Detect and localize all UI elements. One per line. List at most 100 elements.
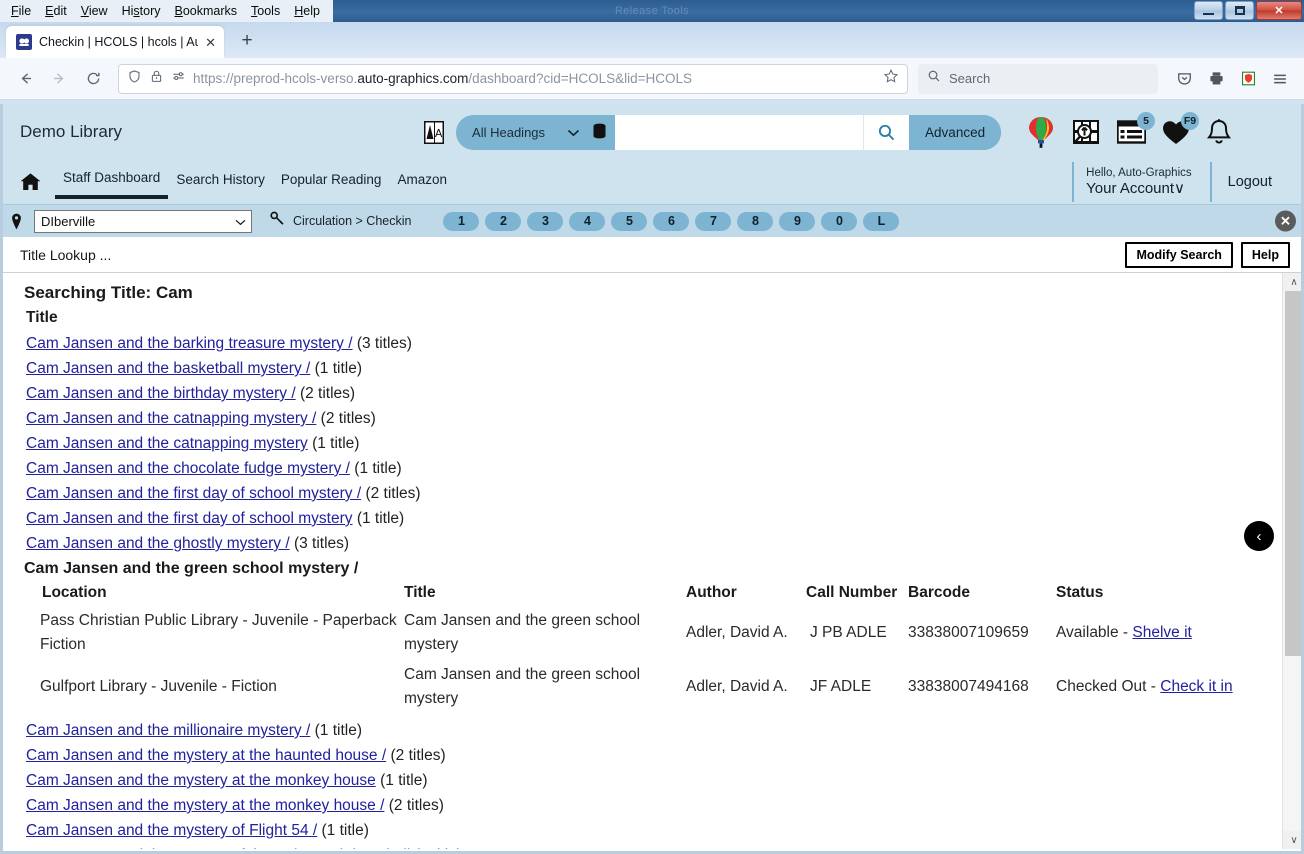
title-link[interactable]: Cam Jansen and the catnapping mystery / xyxy=(26,410,316,427)
maximize-button[interactable] xyxy=(1225,1,1254,20)
menu-history[interactable]: History xyxy=(115,2,168,20)
page-permissions-icon[interactable] xyxy=(171,69,186,89)
menu-tools[interactable]: Tools xyxy=(244,2,287,20)
title-count: (2 titles) xyxy=(299,385,356,402)
menu-help[interactable]: Help xyxy=(287,2,327,20)
menu-bookmarks[interactable]: Bookmarks xyxy=(168,2,245,20)
cell-barcode: 33838007494168 xyxy=(908,678,1029,695)
title-link[interactable]: Cam Jansen and the birthday mystery / xyxy=(26,385,296,402)
modify-search-button[interactable]: Modify Search xyxy=(1125,241,1233,268)
lock-warning-icon[interactable] xyxy=(149,69,164,89)
scroll-down-button[interactable]: ∨ xyxy=(1283,831,1304,849)
star-icon[interactable] xyxy=(883,68,899,89)
title-count: (3 titles) xyxy=(356,335,412,352)
close-icon[interactable]: ✕ xyxy=(205,36,216,49)
app-menu-icon[interactable] xyxy=(1266,65,1294,93)
results-scrollbar[interactable]: ∧ ∨ xyxy=(1282,273,1304,849)
title-count: (2 titles) xyxy=(320,410,376,427)
quick-key-1[interactable]: 1 xyxy=(443,211,480,231)
language-translate-icon[interactable]: A xyxy=(422,119,446,146)
home-icon[interactable] xyxy=(20,172,41,192)
search-submit-button[interactable] xyxy=(863,114,910,150)
menu-edit[interactable]: Edit xyxy=(38,2,74,20)
list-badge: 5 xyxy=(1137,112,1156,130)
check-it-in-link[interactable]: Check it in xyxy=(1160,678,1232,695)
title-link[interactable]: Cam Jansen and the millionaire mystery / xyxy=(26,722,310,739)
logout-link[interactable]: Logout xyxy=(1209,162,1290,202)
chevron-down-icon xyxy=(567,125,580,140)
back-icon[interactable] xyxy=(10,64,40,94)
title-link[interactable]: Cam Jansen and the mystery at the monkey… xyxy=(26,797,384,814)
nav-popular-reading[interactable]: Popular Reading xyxy=(273,168,390,197)
search-inside-icon[interactable] xyxy=(1071,117,1101,147)
breadcrumb[interactable]: Circulation > Checkin xyxy=(270,211,411,232)
list-item: Cam Jansen and the barking treasure myst… xyxy=(26,331,1282,356)
title-link[interactable]: Cam Jansen and the mystery at the monkey… xyxy=(26,772,376,789)
account-box[interactable]: Hello, Auto-Graphics Your Account∨ xyxy=(1072,162,1209,202)
list-item: Cam Jansen and the mystery at the haunte… xyxy=(26,743,1282,768)
site-search-input[interactable] xyxy=(615,114,864,150)
advanced-search-button[interactable]: Advanced xyxy=(909,114,1002,150)
close-window-button[interactable]: ✕ xyxy=(1256,1,1302,20)
menu-file[interactable]: File xyxy=(4,2,38,20)
title-link[interactable]: Cam Jansen and the first day of school m… xyxy=(26,485,361,502)
account-menu-button[interactable]: Your Account∨ xyxy=(1086,179,1191,197)
scroll-up-button[interactable]: ∧ xyxy=(1283,273,1304,291)
title-link[interactable]: Cam Jansen and the barking treasure myst… xyxy=(26,335,353,352)
print-icon[interactable] xyxy=(1202,65,1230,93)
tab-checkin[interactable]: Checkin | HCOLS | hcols | Auto- ✕ xyxy=(6,26,224,58)
list-card-icon[interactable]: 5 xyxy=(1117,112,1156,144)
close-icon[interactable]: ✕ xyxy=(1275,210,1296,232)
heart-icon[interactable]: F9 xyxy=(1162,111,1200,145)
hot-air-balloon-icon[interactable] xyxy=(1027,116,1055,149)
status-text: Checked Out - xyxy=(1056,678,1161,695)
title-link[interactable]: Cam Jansen and the catnapping mystery xyxy=(26,435,308,452)
search-heading: Searching Title: Cam xyxy=(24,283,193,302)
reload-icon[interactable] xyxy=(78,64,108,94)
list-item: Cam Jansen and the mystery at the monkey… xyxy=(26,768,1282,793)
nav-search-history[interactable]: Search History xyxy=(168,168,273,197)
title-link[interactable]: Cam Jansen and the ghostly mystery / xyxy=(26,535,290,552)
extension-shield-icon[interactable] xyxy=(1234,65,1262,93)
cell-call-number: JF ADLE xyxy=(810,678,872,695)
quick-key-0[interactable]: 0 xyxy=(821,211,858,231)
title-link[interactable]: Cam Jansen and the basketball mystery / xyxy=(26,360,310,377)
scrollbar-thumb[interactable] xyxy=(1285,291,1303,656)
quick-key-6[interactable]: 6 xyxy=(653,211,690,231)
col-barcode: Barcode xyxy=(908,584,971,601)
save-to-pocket-icon[interactable] xyxy=(1170,65,1198,93)
quick-key-l[interactable]: L xyxy=(863,211,900,231)
search-scope-select[interactable]: All Headings xyxy=(456,125,590,140)
quick-key-5[interactable]: 5 xyxy=(611,211,648,231)
breadcrumb-row: DIberville Circulation > Checkin 1 2 3 4… xyxy=(0,204,1304,237)
quick-key-2[interactable]: 2 xyxy=(485,211,522,231)
minimize-button[interactable] xyxy=(1194,1,1223,20)
quick-key-9[interactable]: 9 xyxy=(779,211,816,231)
title-link[interactable]: Cam Jansen and the mystery at the haunte… xyxy=(26,747,386,764)
title-link[interactable]: Cam Jansen and the mystery of Flight 54 … xyxy=(26,822,317,839)
title-link[interactable]: Cam Jansen and the mystery of the Babe R… xyxy=(26,847,410,849)
quick-key-8[interactable]: 8 xyxy=(737,211,774,231)
collapse-panel-button[interactable]: ‹ xyxy=(1244,521,1274,551)
bell-icon[interactable] xyxy=(1206,118,1232,146)
location-select[interactable]: DIberville xyxy=(34,209,252,233)
menu-view[interactable]: View xyxy=(74,2,115,20)
url-bar[interactable]: https://preprod-hcols-verso.auto-graphic… xyxy=(118,63,908,94)
shelve-it-link[interactable]: Shelve it xyxy=(1132,624,1191,641)
quick-key-4[interactable]: 4 xyxy=(569,211,606,231)
browser-search-field[interactable]: Search xyxy=(918,63,1158,94)
shield-icon[interactable] xyxy=(127,69,142,89)
cell-author: Adler, David A. xyxy=(686,678,788,695)
title-link[interactable]: Cam Jansen and the first day of school m… xyxy=(26,510,353,527)
ghost-tabs xyxy=(258,30,1184,52)
forward-icon[interactable] xyxy=(44,64,74,94)
quick-key-3[interactable]: 3 xyxy=(527,211,564,231)
help-button[interactable]: Help xyxy=(1240,241,1290,268)
database-icon[interactable] xyxy=(590,123,615,142)
browser-search-placeholder: Search xyxy=(949,71,991,86)
nav-staff-dashboard[interactable]: Staff Dashboard xyxy=(55,166,169,199)
quick-key-7[interactable]: 7 xyxy=(695,211,732,231)
nav-amazon[interactable]: Amazon xyxy=(389,168,455,197)
new-tab-button[interactable]: + xyxy=(232,26,262,56)
title-link[interactable]: Cam Jansen and the chocolate fudge myste… xyxy=(26,460,350,477)
